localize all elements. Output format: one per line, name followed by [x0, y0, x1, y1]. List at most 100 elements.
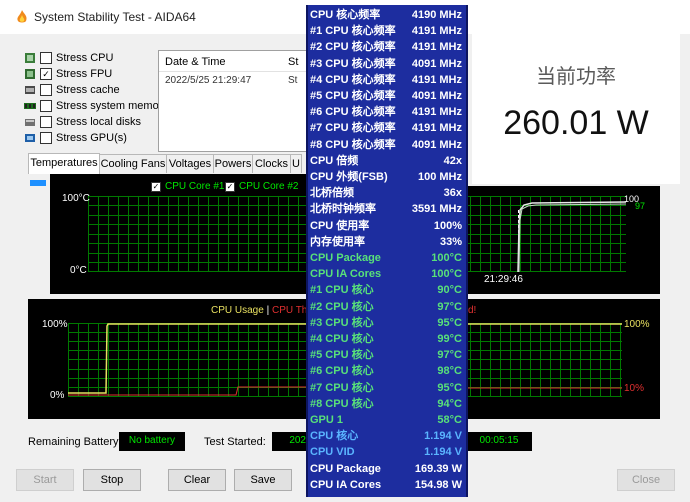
event-log[interactable]: Date & Time St 2022/5/25 21:29:47 St	[158, 50, 308, 152]
stress-disks-label: Stress local disks	[56, 116, 141, 128]
core2-legend-label: CPU Core #2	[239, 181, 299, 192]
sensor-row: CPU 外频(FSB) 100 MHz	[310, 169, 464, 185]
sensor-overlay-panel: CPU 核心频率 4190 MHz #1 CPU 核心频率 4191 MHz #2 CP…	[306, 5, 468, 497]
temp-legend-core1[interactable]: ✓ CPU Core #1	[151, 181, 224, 192]
sensor-value: 1.194 V	[424, 430, 462, 443]
sensor-label: CPU Package	[310, 252, 381, 264]
sensor-row: #6 CPU 核心频率 4191 MHz	[310, 104, 464, 120]
temp-axis-top-label: 100°C	[62, 193, 90, 204]
stop-button[interactable]: Stop	[83, 469, 141, 491]
sensor-row: CPU 核心频率 4190 MHz	[310, 7, 464, 23]
stress-gpu-option[interactable]: Stress GPU(s)	[24, 130, 127, 146]
stress-disks-checkbox[interactable]	[40, 116, 52, 128]
core1-legend-checkbox[interactable]: ✓	[151, 181, 161, 192]
cache-icon	[25, 86, 35, 94]
stress-cache-option[interactable]: Stress cache	[24, 82, 120, 98]
sensor-row: CPU VID 1.194 V	[310, 444, 464, 460]
sensor-row: CPU IA Cores 100°C	[310, 266, 464, 282]
usage-axis-right-top-label: 100%	[624, 319, 650, 330]
temperature-grid-left	[88, 196, 307, 272]
sensor-label: #1 CPU 核心	[310, 284, 374, 297]
sensor-row: CPU Package 169.39 W	[310, 461, 464, 477]
sensor-value: 99°C	[437, 333, 462, 345]
power-value: 260.01 W	[503, 104, 649, 142]
cpu-usage-graph-left: 100% 0% CPU Usage | CPU Th	[28, 299, 307, 419]
start-button[interactable]: Start	[16, 469, 74, 491]
sensor-value: 95°C	[437, 381, 462, 394]
test-started-value: 202	[272, 432, 306, 451]
sensor-label: CPU 倍频	[310, 154, 359, 167]
tab-cooling-fans[interactable]: Cooling Fans	[99, 154, 167, 173]
temp-legend-core2[interactable]: ✓ CPU Core #2	[225, 181, 298, 192]
temperature-graph-right: 21:29:46 100 97	[466, 186, 660, 294]
window-title: System Stability Test - AIDA64	[34, 10, 196, 24]
sensor-label: CPU 核心频率	[310, 9, 381, 21]
cpu-usage-graph-right: d! 100% 10%	[466, 299, 660, 419]
sensor-label: CPU 外频(FSB)	[310, 171, 388, 183]
stress-fpu-option[interactable]: ✓ Stress FPU	[24, 66, 112, 82]
tab-voltages[interactable]: Voltages	[166, 154, 214, 173]
tab-unified[interactable]: U	[290, 154, 302, 173]
tab-strip: Temperatures Cooling Fans Voltages Power…	[28, 153, 308, 174]
sensor-row: 北桥倍频 36x	[310, 185, 464, 201]
usage-legend-label: CPU Usage	[211, 305, 264, 316]
log-col-status[interactable]: St	[288, 56, 298, 68]
stress-cpu-option[interactable]: Stress CPU	[24, 50, 113, 66]
sensor-value: 4091 MHz	[411, 138, 462, 151]
sensor-label: #5 CPU 核心频率	[310, 90, 396, 102]
sensor-row: #1 CPU 核心 90°C	[310, 282, 464, 298]
sensor-label: #7 CPU 核心频率	[310, 122, 396, 135]
sensor-value: 94°C	[437, 397, 462, 410]
stress-disks-option[interactable]: Stress local disks	[24, 114, 141, 130]
sensor-label: 北桥时钟频率	[310, 203, 376, 216]
stress-cpu-checkbox[interactable]	[40, 52, 52, 64]
tab-temperatures[interactable]: Temperatures	[28, 153, 100, 174]
usage-axis-right-bottom-label: 10%	[624, 383, 645, 394]
close-button[interactable]: Close	[617, 469, 675, 491]
stress-cache-checkbox[interactable]	[40, 84, 52, 96]
log-col-datetime[interactable]: Date & Time	[165, 56, 226, 68]
tab-clocks[interactable]: Clocks	[252, 154, 291, 173]
sensor-label: CPU Package	[310, 462, 381, 475]
sensor-label: CPU VID	[310, 446, 355, 459]
cpu-icon	[25, 53, 35, 63]
sensor-row: CPU 使用率 100%	[310, 218, 464, 234]
temp-right-value-2: 97	[635, 201, 646, 211]
temperature-grid-right	[466, 196, 626, 272]
sensor-value: 36x	[443, 187, 462, 200]
sensor-value: 4190 MHz	[411, 9, 462, 21]
cpu-throttle-trace	[68, 386, 307, 396]
battery-label: Remaining Battery:	[28, 436, 122, 448]
sensor-label: CPU 核心	[310, 430, 359, 443]
sensor-row: 内存使用率 33%	[310, 234, 464, 250]
memory-icon	[24, 103, 36, 109]
sensor-row: CPU Package 100°C	[310, 250, 464, 266]
tab-powers[interactable]: Powers	[213, 154, 253, 173]
stress-gpu-checkbox[interactable]	[40, 132, 52, 144]
sensor-row: #2 CPU 核心 97°C	[310, 299, 464, 315]
usage-axis-bottom-label: 0%	[50, 390, 65, 401]
sensor-value: 33%	[439, 235, 462, 248]
stress-memory-option[interactable]: Stress system memory	[24, 98, 168, 114]
sensor-value: 42x	[443, 154, 462, 167]
gpu-icon	[25, 134, 35, 142]
cpu-usage-grid-right	[466, 323, 622, 397]
stress-fpu-checkbox[interactable]: ✓	[40, 68, 52, 80]
sensor-value: 100°C	[431, 252, 462, 264]
disk-icon	[25, 119, 35, 126]
stress-memory-checkbox[interactable]	[40, 100, 52, 112]
sensor-row: #7 CPU 核心频率 4191 MHz	[310, 120, 464, 136]
usage-axis-top-label: 100%	[42, 319, 68, 330]
sensor-value: 98°C	[437, 365, 462, 378]
core-temp-trace-2	[518, 203, 626, 272]
sensor-row: #6 CPU 核心 98°C	[310, 363, 464, 379]
sensor-row: #5 CPU 核心 97°C	[310, 347, 464, 363]
sensor-value: 97°C	[437, 349, 462, 362]
save-button[interactable]: Save	[234, 469, 292, 491]
sensor-row: #3 CPU 核心 95°C	[310, 315, 464, 331]
core2-legend-checkbox[interactable]: ✓	[225, 181, 235, 192]
sensor-value: 4191 MHz	[411, 41, 462, 54]
clear-button[interactable]: Clear	[168, 469, 226, 491]
battery-value: No battery	[119, 432, 185, 451]
stress-gpu-label: Stress GPU(s)	[56, 132, 127, 144]
